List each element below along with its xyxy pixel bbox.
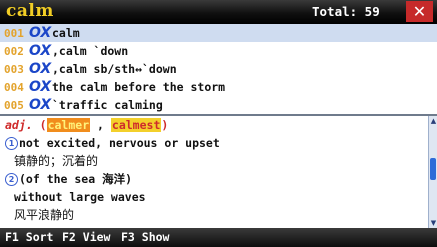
close-paren: ) [161, 118, 169, 132]
show-button[interactable]: F3 Show [121, 230, 169, 245]
open-paren: ( [39, 118, 47, 132]
scroll-down-icon[interactable]: ▼ [429, 218, 437, 228]
title-bar: calm Total: 59 ✕ [0, 0, 437, 24]
dictionary-app: calm Total: 59 ✕ 001 OXcalm 002 OX,calm `d… [0, 0, 437, 247]
sense-1-line: 1 not excited, nervous or upset [0, 134, 428, 152]
result-row[interactable]: 004 OXthe calm before the storm [0, 78, 437, 96]
sense-1-translation: 镇静的；沉着的 [14, 154, 99, 168]
result-number: 001 [4, 27, 24, 40]
result-headword: calm [52, 26, 80, 40]
function-key-bar: F1 Sort F2 View F3 Show [0, 228, 437, 247]
word-forms-line: adj. (calmer , calmest) [0, 116, 428, 134]
result-number: 002 [4, 45, 24, 58]
results-list: 001 OXcalm 002 OX,calm `down 003 OX,calm sb… [0, 24, 437, 116]
result-row[interactable]: 002 OX,calm `down [0, 42, 437, 60]
dictionary-tag: OX [29, 25, 52, 41]
result-number: 005 [4, 99, 24, 112]
dictionary-tag: OX [29, 97, 52, 113]
sense-1-translation-line: 镇静的；沉着的 [0, 152, 428, 170]
result-headword: ,calm `down [52, 44, 129, 58]
sense-1-definition: not excited, nervous or upset [19, 136, 220, 150]
sense-number-icon: 1 [5, 137, 18, 150]
sense-2-translation: 风平浪静的 [14, 208, 75, 222]
result-total: Total: 59 [312, 4, 380, 19]
sense-2-definition: without large waves [14, 190, 146, 204]
sense-2-definition-line: without large waves [0, 188, 428, 206]
scroll-up-icon[interactable]: ▲ [429, 116, 437, 126]
dictionary-tag: OX [29, 79, 52, 95]
forms-separator: , [90, 118, 111, 132]
comparative-form: calmer [46, 118, 91, 132]
sense-number-icon: 2 [5, 173, 18, 186]
dictionary-tag: OX [29, 61, 52, 77]
dictionary-tag: OX [29, 43, 52, 59]
definition-scrollbar[interactable]: ▲ ▼ [428, 116, 437, 228]
search-input[interactable]: calm [6, 1, 54, 21]
result-row[interactable]: 001 OXcalm [0, 24, 437, 42]
result-headword: `traffic calming [52, 98, 163, 112]
result-row[interactable]: 003 OX,calm sb/sth↔`down [0, 60, 437, 78]
close-button[interactable]: ✕ [406, 1, 433, 22]
result-row[interactable]: 005 OX`traffic calming [0, 96, 437, 114]
superlative-form: calmest [110, 118, 162, 132]
part-of-speech: adj. [5, 118, 33, 132]
definition-pane[interactable]: adj. (calmer , calmest) 1 not excited, ne… [0, 116, 428, 228]
sense-2-label: (of the sea 海洋) [19, 172, 133, 186]
sense-2-translation-line: 风平浪静的 [0, 206, 428, 224]
view-button[interactable]: F2 View [62, 230, 110, 245]
result-headword: ,calm sb/sth↔`down [52, 62, 177, 76]
result-headword: the calm before the storm [52, 80, 226, 94]
scroll-thumb[interactable] [430, 158, 436, 180]
sort-button[interactable]: F1 Sort [5, 230, 53, 245]
result-number: 004 [4, 81, 24, 94]
sense-2-line: 2 (of the sea 海洋) [0, 170, 428, 188]
result-number: 003 [4, 63, 24, 76]
